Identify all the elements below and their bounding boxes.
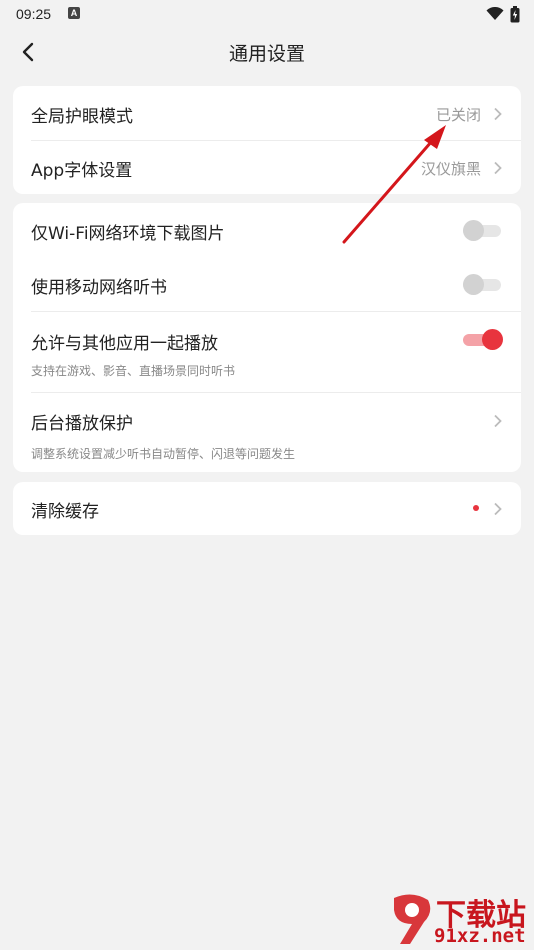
chevron-right-icon [494, 107, 502, 121]
mix-playback-label: 允许与其他应用一起播放 [31, 334, 218, 354]
mobile-network-listen-label: 使用移动网络听书 [31, 278, 167, 298]
background-play-protection-subtitle: 调整系统设置减少听书自动暂停、闪退等问题发生 [31, 447, 296, 461]
eye-protection-value: 已关闭 [435, 106, 481, 124]
wifi-only-download-label: 仅Wi-Fi网络环境下载图片 [31, 224, 225, 244]
toggle-knob [463, 274, 484, 295]
background-play-protection-label: 后台播放保护 [31, 414, 133, 434]
chevron-right-icon [494, 414, 502, 428]
toggle-knob [463, 220, 484, 241]
font-settings-row[interactable]: App字体设置 汉仪旗黑 [13, 141, 521, 194]
font-settings-label: App字体设置 [31, 161, 133, 181]
wifi-only-download-row: 仅Wi-Fi网络环境下载图片 [13, 203, 521, 257]
toggle-knob [482, 329, 503, 350]
status-time: 09:25 [16, 6, 52, 22]
eye-protection-row[interactable]: 全局护眼模式 已关闭 [13, 86, 521, 140]
wifi-icon [486, 7, 504, 20]
playback-settings-card: 仅Wi-Fi网络环境下载图片 使用移动网络听书 允许与其他应用一起播放 支持在游… [13, 203, 521, 472]
chevron-right-icon [494, 502, 502, 516]
chevron-right-icon [494, 161, 502, 175]
mobile-network-listen-row: 使用移动网络听书 [13, 257, 521, 311]
display-settings-card: 全局护眼模式 已关闭 App字体设置 汉仪旗黑 [13, 86, 521, 194]
cache-card: 清除缓存 [13, 482, 521, 535]
wifi-only-download-toggle[interactable] [463, 219, 501, 241]
mobile-network-listen-toggle[interactable] [463, 273, 501, 295]
new-indicator-dot [473, 505, 479, 511]
page-title: 通用设置 [228, 43, 305, 65]
watermark-url: 91xz.net [434, 925, 526, 947]
battery-icon [510, 5, 520, 22]
mix-playback-subtitle: 支持在游戏、影音、直播场景同时听书 [31, 364, 236, 378]
background-play-protection-row[interactable]: 后台播放保护 调整系统设置减少听书自动暂停、闪退等问题发生 [13, 393, 521, 472]
mix-playback-toggle[interactable] [463, 328, 503, 350]
mix-playback-row: 允许与其他应用一起播放 支持在游戏、影音、直播场景同时听书 [13, 311, 521, 393]
font-settings-value: 汉仪旗黑 [420, 160, 481, 178]
site-watermark: 下载站 91xz.net [388, 890, 528, 948]
status-indicators [486, 5, 520, 23]
eye-protection-label: 全局护眼模式 [31, 107, 133, 127]
watermark-logo-icon [394, 894, 431, 944]
status-bar: 09:25 A [0, 0, 534, 28]
notification-icon: A [68, 7, 80, 19]
clear-cache-row[interactable]: 清除缓存 [13, 482, 521, 535]
app-header: 通用设置 [0, 28, 534, 76]
clear-cache-label: 清除缓存 [31, 502, 99, 522]
